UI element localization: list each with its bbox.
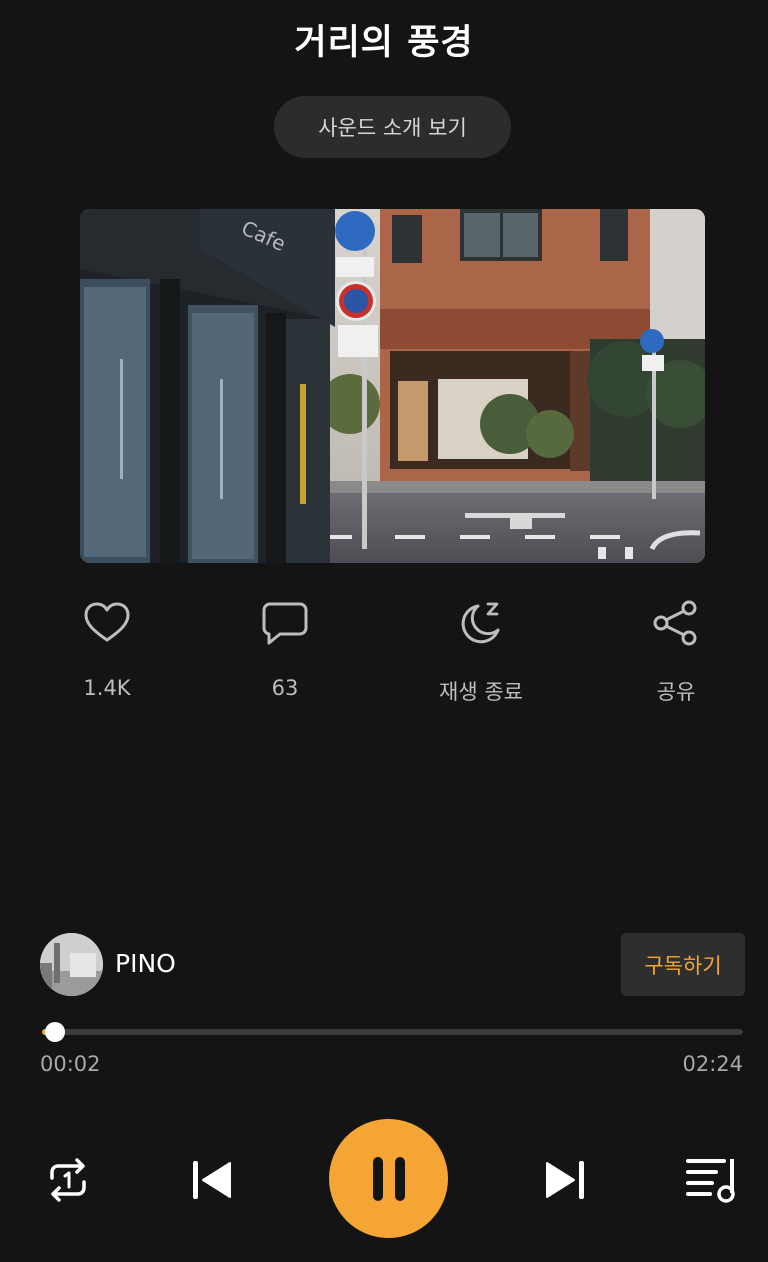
- player-screen: 거리의 풍경 사운드 소개 보기 Cafe 1.4K 63 재생 종료 공유 P…: [0, 0, 768, 1262]
- share-label: 공유: [656, 680, 696, 704]
- sleep-timer-action[interactable]: 재생 종료: [411, 598, 551, 706]
- current-time: 00:02: [40, 1052, 101, 1076]
- sleep-timer-label: 재생 종료: [439, 680, 523, 704]
- repeat-one-button[interactable]: [44, 1156, 92, 1204]
- pause-icon: [372, 1156, 405, 1201]
- like-count: 1.4K: [83, 676, 131, 700]
- comment-action[interactable]: 63: [215, 598, 355, 700]
- street-photo: Cafe: [80, 209, 705, 563]
- playlist-button[interactable]: [684, 1154, 738, 1204]
- skip-previous-icon: [193, 1161, 231, 1199]
- share-action[interactable]: 공유: [606, 598, 746, 706]
- playback-controls: [0, 1118, 768, 1240]
- total-time: 02:24: [682, 1052, 743, 1076]
- avatar-image: [40, 933, 103, 996]
- artist-row: PINO 구독하기: [40, 932, 745, 998]
- cover-artwork: Cafe: [80, 209, 705, 563]
- previous-button[interactable]: [190, 1158, 234, 1202]
- progress-track: [42, 1029, 743, 1035]
- progress-bar[interactable]: [42, 1020, 743, 1044]
- heart-icon: [84, 602, 130, 642]
- repeat-one-icon: [50, 1158, 86, 1202]
- share-icon: [653, 600, 697, 646]
- artist-avatar[interactable]: [40, 933, 103, 996]
- playlist-icon: [686, 1159, 735, 1203]
- subscribe-button[interactable]: 구독하기: [621, 933, 745, 996]
- sound-intro-button[interactable]: 사운드 소개 보기: [274, 96, 511, 158]
- track-title: 거리의 풍경: [294, 23, 474, 63]
- pause-button[interactable]: [329, 1119, 448, 1238]
- next-button[interactable]: [543, 1158, 587, 1202]
- skip-next-icon: [546, 1161, 584, 1199]
- comment-icon: [262, 602, 308, 645]
- progress-thumb[interactable]: [44, 1022, 65, 1042]
- action-bar: 1.4K 63 재생 종료 공유: [0, 598, 768, 718]
- like-action[interactable]: 1.4K: [37, 598, 177, 700]
- moon-sleep-icon: [461, 602, 500, 644]
- artist-name[interactable]: PINO: [115, 949, 176, 978]
- comment-count: 63: [271, 676, 299, 700]
